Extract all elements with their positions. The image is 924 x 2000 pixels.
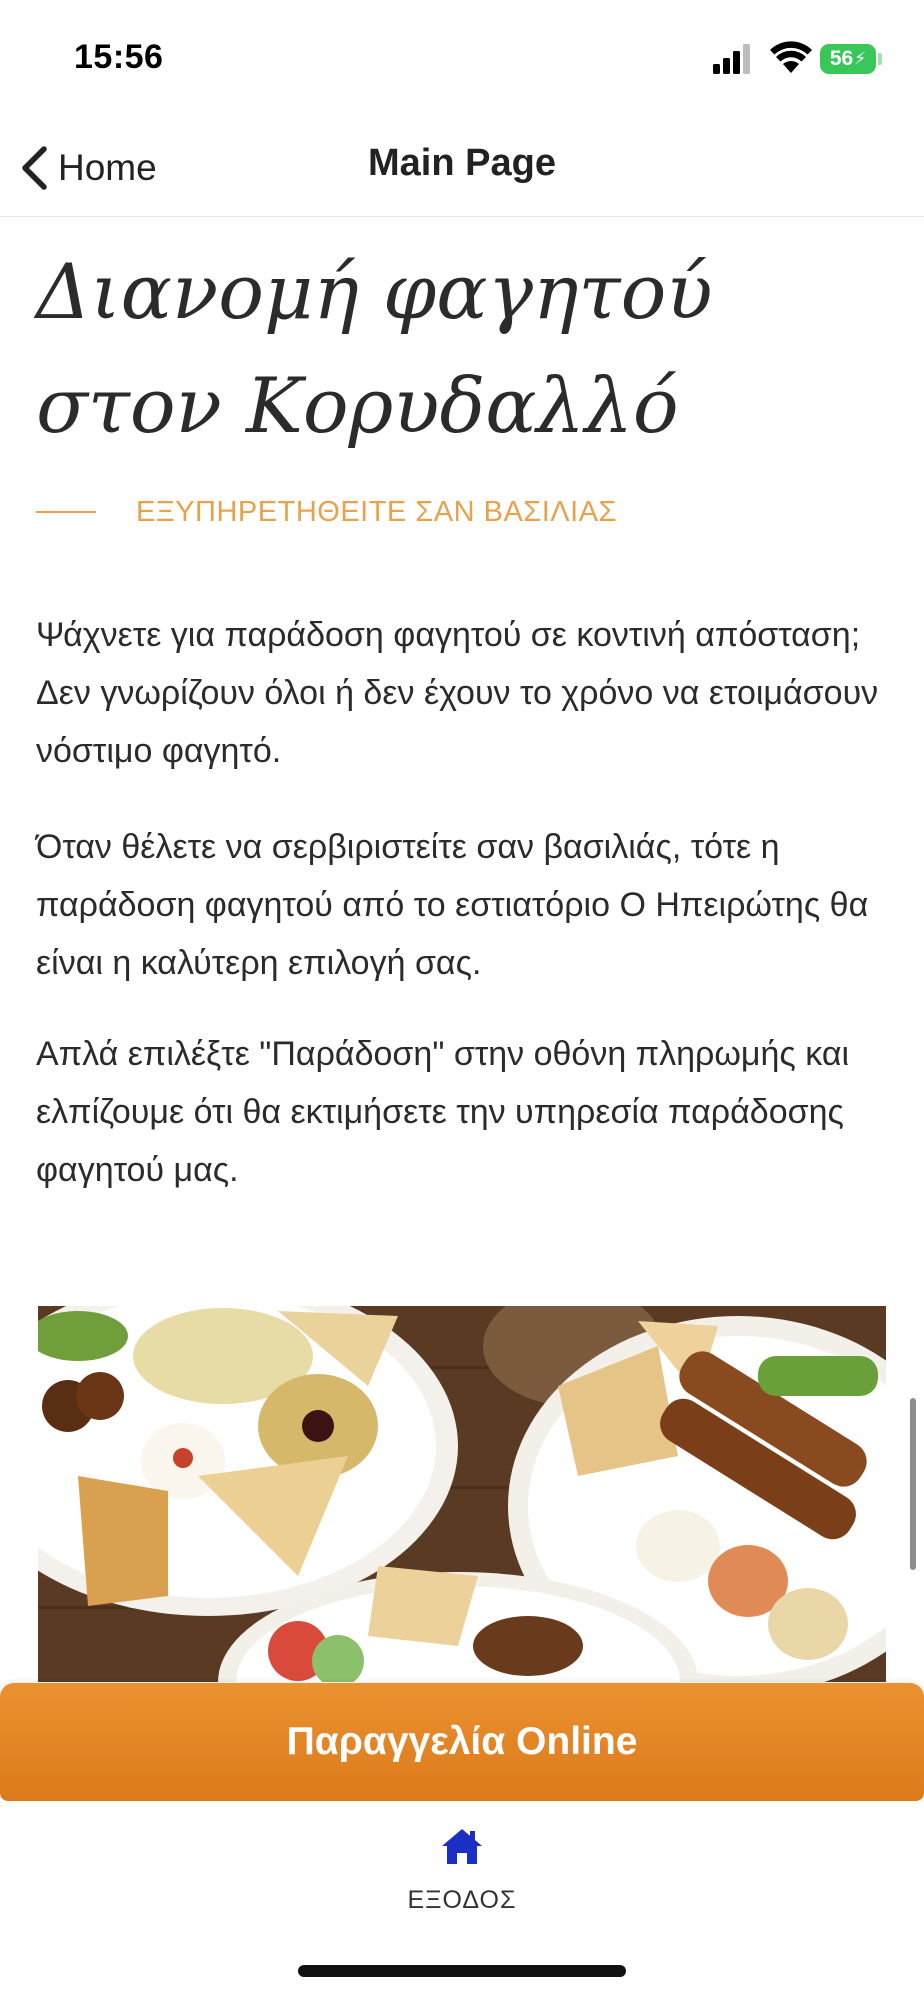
battery-icon: 56 ⚡: [820, 44, 876, 74]
tab-exit[interactable]: ΕΞΟΔΟΣ: [380, 1820, 544, 1920]
page-title: Διανομή φαγητού στον Κορυδαλλό: [36, 247, 713, 450]
order-online-button[interactable]: Παραγγελία Online: [0, 1683, 924, 1801]
subtitle: ΕΞΥΠΗΡΕΤΗΘΕΙΤΕ ΣΑΝ ΒΑΣΙΛΙΑΣ: [136, 495, 617, 528]
battery-cap: [878, 53, 882, 65]
home-icon: [442, 1829, 482, 1864]
nav-title: Main Page: [368, 142, 556, 184]
navigation-bar: Home Main Page: [0, 120, 924, 217]
status-bar: 15:56 56 ⚡: [0, 0, 924, 120]
paragraph-restaurant: Όταν θέλετε να σερβιριστείτε σαν βασιλιά…: [36, 828, 869, 982]
home-indicator[interactable]: [298, 1965, 626, 1977]
battery-level: 56: [829, 47, 854, 70]
subtitle-row: ΕΞΥΠΗΡΕΤΗΘΕΙΤΕ ΣΑΝ ΒΑΣΙΛΙΑΣ: [36, 490, 617, 534]
paragraph-intro: Ψάχνετε για παράδοση φαγητού σε κοντινή …: [36, 616, 879, 770]
scroll-indicator[interactable]: [910, 1398, 916, 1570]
wifi-icon: [770, 41, 812, 73]
food-platter-image: [38, 1306, 886, 1682]
status-time: 15:56: [74, 38, 164, 76]
subtitle-divider: [36, 511, 96, 513]
paragraph-delivery: Απλά επιλέξτε "Παράδοση" στην οθόνη πληρ…: [36, 1035, 850, 1189]
tab-label: ΕΞΟΔΟΣ: [407, 1886, 517, 1914]
cellular-signal-icon: [713, 44, 750, 74]
